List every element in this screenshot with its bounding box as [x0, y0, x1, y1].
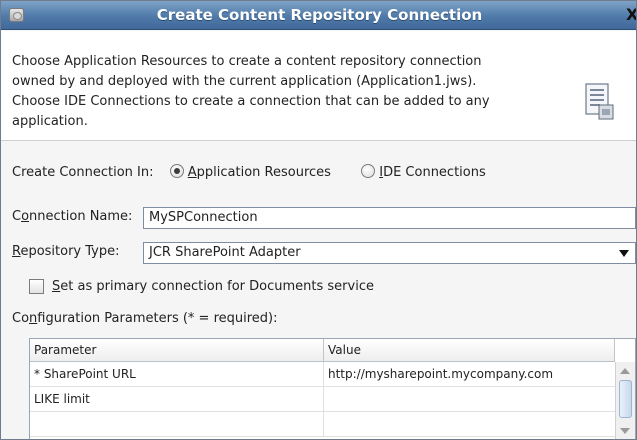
column-header-value[interactable]: Value	[324, 339, 615, 362]
scroll-thumb[interactable]	[619, 380, 632, 418]
title-bar[interactable]: Create Content Repository Connection X	[1, 1, 636, 30]
table-row[interactable]: * SharePoint URL http://mysharepoint.myc…	[30, 362, 615, 387]
table-row[interactable]	[30, 412, 615, 437]
parameter-cell[interactable]: * SharePoint URL	[30, 362, 324, 387]
value-cell[interactable]	[324, 412, 615, 437]
table-row[interactable]: LIKE limit	[30, 387, 615, 412]
radio-ide-connections[interactable]: IDE Connections	[361, 164, 486, 180]
connection-name-input[interactable]: MySPConnection	[143, 207, 636, 229]
config-parameters-table[interactable]: Parameter Value * SharePoint URL http://…	[29, 338, 636, 439]
connection-name-label: Connection Name:	[12, 209, 133, 224]
radio-application-resources[interactable]: Application Resources	[169, 164, 335, 180]
radio-unselected-icon[interactable]	[361, 164, 376, 178]
repository-type-select[interactable]: JCR SharePoint Adapter	[143, 242, 636, 264]
parameter-cell[interactable]: LIKE limit	[30, 387, 324, 412]
radio-selected-icon[interactable]	[169, 164, 184, 178]
primary-connection-checkbox[interactable]	[29, 279, 44, 294]
table-scrollbar[interactable]	[615, 362, 635, 439]
config-parameters-label: Configuration Parameters (* = required):	[12, 311, 278, 326]
dialog-window: Create Content Repository Connection X C…	[0, 0, 637, 440]
scroll-up-arrow-icon[interactable]	[620, 368, 630, 374]
document-icon	[585, 83, 614, 120]
create-connection-label: Create Connection In:	[12, 165, 154, 180]
header-panel: Choose Application Resources to create a…	[1, 31, 636, 141]
scroll-down-arrow-icon[interactable]	[620, 428, 630, 434]
value-cell[interactable]: http://mysharepoint.mycompany.com	[324, 362, 615, 387]
dialog-title: Create Content Repository Connection	[156, 6, 483, 24]
close-button[interactable]: X	[626, 5, 636, 25]
dropdown-arrow-icon[interactable]	[619, 250, 629, 257]
value-cell[interactable]	[324, 387, 615, 412]
repository-type-label: Repository Type:	[12, 244, 120, 259]
create-connection-row: Create Connection In: Application Resour…	[12, 162, 486, 184]
parameter-cell[interactable]	[30, 412, 324, 437]
instructions-text: Choose Application Resources to create a…	[12, 54, 490, 129]
primary-connection-label[interactable]: Set as primary connection for Documents …	[52, 279, 374, 294]
column-header-parameter[interactable]: Parameter	[30, 339, 324, 362]
